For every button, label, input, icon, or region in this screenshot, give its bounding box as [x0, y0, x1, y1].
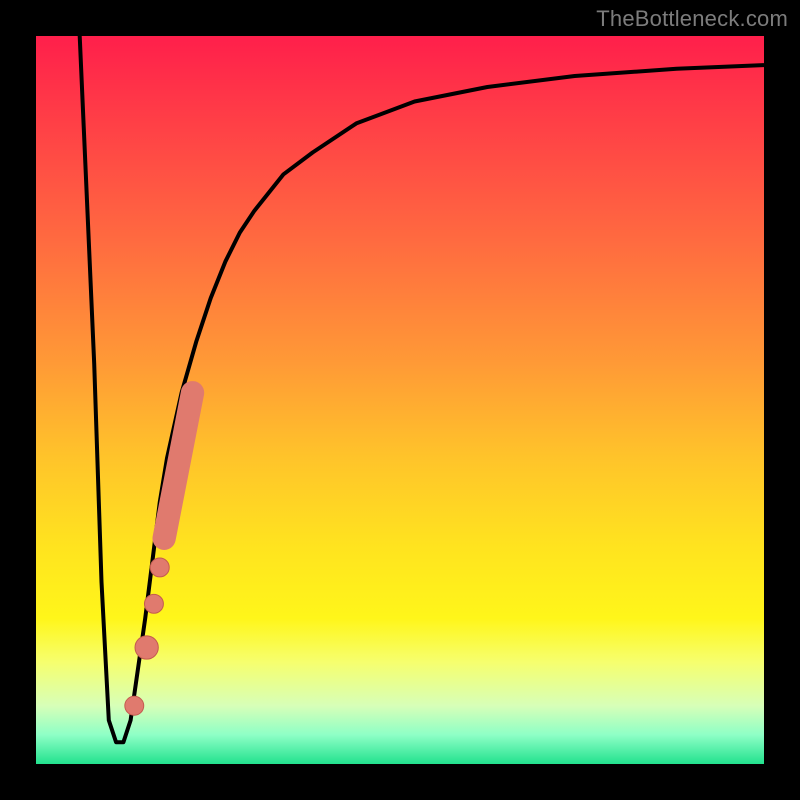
chart-overlay [36, 36, 764, 764]
data-marker [125, 696, 144, 715]
plot-area [36, 36, 764, 764]
highlight-segment [164, 393, 192, 539]
data-markers [125, 558, 169, 715]
chart-frame: TheBottleneck.com [0, 0, 800, 800]
data-marker [144, 594, 163, 613]
watermark-text: TheBottleneck.com [596, 6, 788, 32]
data-marker [150, 558, 169, 577]
data-marker [135, 636, 158, 659]
